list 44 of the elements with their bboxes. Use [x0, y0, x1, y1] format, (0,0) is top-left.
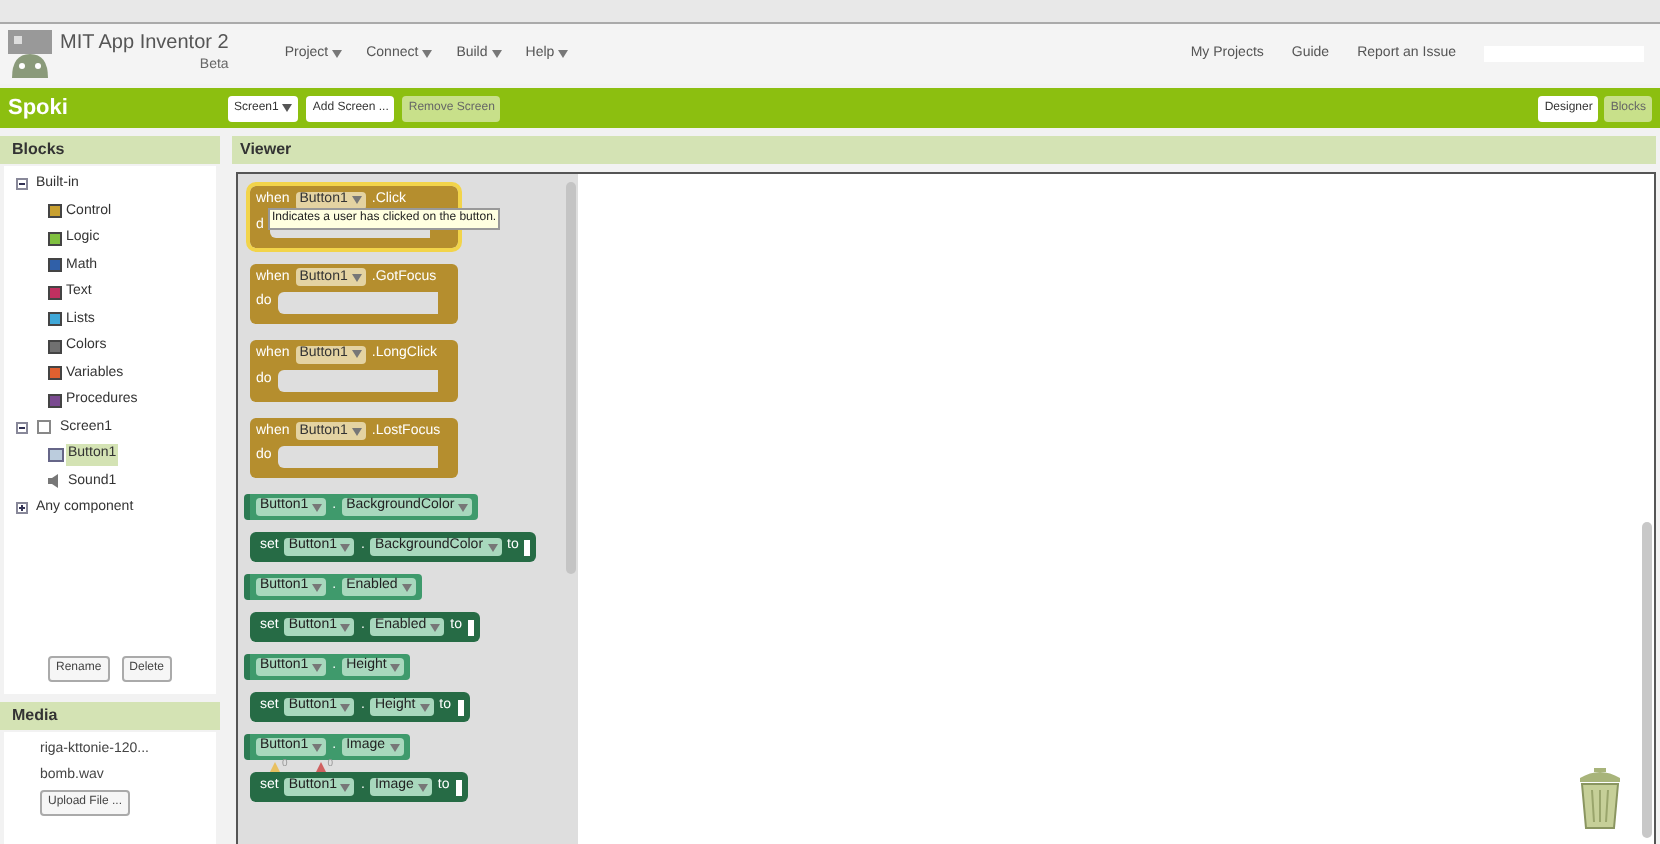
caret-icon — [390, 663, 401, 671]
trash-can-icon[interactable] — [1578, 766, 1622, 830]
panel-title: Viewer — [240, 138, 292, 162]
caret-icon — [340, 703, 351, 711]
screen-icon — [36, 420, 52, 435]
caret-icon — [351, 273, 362, 282]
caret-icon — [558, 50, 569, 58]
robot-logo-icon — [8, 30, 52, 78]
caret-icon — [340, 783, 351, 791]
collapse-icon[interactable] — [16, 421, 28, 434]
caret-icon — [312, 583, 323, 591]
caret-icon — [419, 703, 430, 711]
caret-icon — [312, 503, 323, 511]
app-title: MIT App Inventor 2 — [60, 32, 229, 54]
caret-icon — [340, 543, 351, 551]
input-socket — [524, 539, 531, 555]
caret-icon — [312, 743, 323, 751]
speaker-icon — [48, 474, 64, 489]
caret-icon — [389, 743, 400, 751]
caret-icon — [351, 427, 362, 436]
caret-icon — [491, 50, 502, 58]
input-socket — [455, 779, 462, 795]
button-component-icon — [48, 447, 64, 462]
expand-icon[interactable] — [16, 502, 28, 515]
panel-title: Blocks — [12, 138, 65, 162]
caret-icon — [332, 50, 343, 58]
caret-icon — [487, 543, 498, 551]
project-name: Spoki — [8, 93, 70, 124]
collapse-icon[interactable] — [16, 178, 28, 191]
caret-icon — [417, 783, 428, 791]
caret-icon — [312, 663, 323, 671]
scrollbar[interactable] — [566, 182, 576, 574]
caret-icon — [282, 104, 293, 112]
caret-icon — [401, 583, 412, 591]
caret-icon — [351, 350, 362, 359]
panel-title: Media — [12, 704, 58, 728]
caret-icon — [430, 623, 441, 631]
caret-icon — [340, 623, 351, 631]
input-socket — [467, 619, 474, 635]
scrollbar[interactable] — [1642, 522, 1652, 838]
blocks-workspace[interactable] — [236, 172, 1656, 844]
input-socket — [457, 699, 464, 715]
caret-icon — [458, 503, 469, 511]
caret-icon — [422, 50, 433, 58]
